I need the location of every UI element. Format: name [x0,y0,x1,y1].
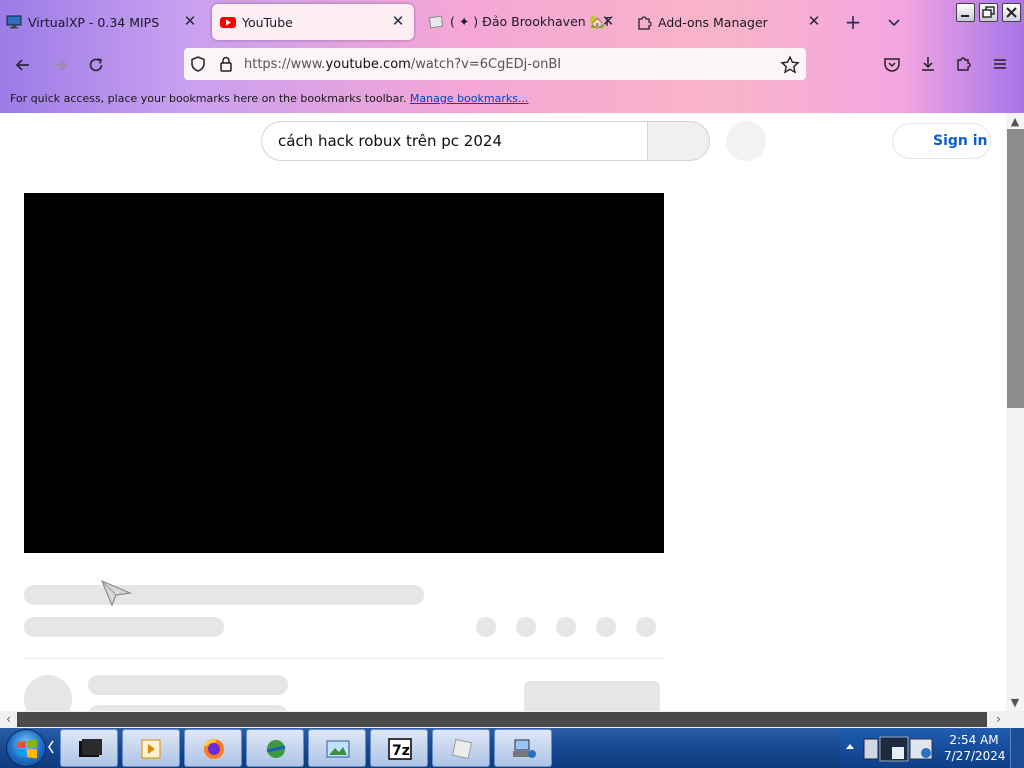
taskbar-network[interactable] [494,729,552,767]
image-viewer-icon [326,740,350,758]
quick-launch-toggle[interactable] [47,735,55,759]
search-query: cách hack robux trên pc 2024 [278,132,502,150]
close-tab-icon[interactable]: ✕ [182,13,198,29]
network-icon [513,739,536,758]
action-placeholder [476,617,496,637]
hamburger-menu-icon[interactable] [990,54,1010,74]
tab-strip: VirtualXP - 0.34 MIPS ✕ YouTube ✕ ( ✦ ) … [0,0,1024,44]
tab-title: VirtualXP - 0.34 MIPS [28,14,160,30]
clock-time: 2:54 AM [949,733,999,747]
search-button[interactable] [647,121,710,161]
action-placeholder [556,617,576,637]
url-text[interactable]: https://www.youtube.com/watch?v=6CgEDj-o… [244,57,561,72]
taskbar-roblox[interactable] [432,729,490,767]
media-player-icon [141,739,161,759]
roblox-icon [451,738,473,760]
scroll-down-arrow[interactable]: ▼ [1008,696,1022,710]
bookmarks-toolbar: For quick access, place your bookmarks h… [10,92,528,105]
subscribe-placeholder [524,681,660,711]
scroll-up-arrow[interactable]: ▲ [1008,115,1022,129]
close-tab-icon[interactable]: ✕ [806,13,822,29]
minimize-button[interactable] [956,3,975,22]
page-content: cách hack robux trên pc 2024 Sign in [0,113,1006,711]
show-desktop-button[interactable] [1010,728,1024,768]
svg-text:7z: 7z [392,743,410,759]
forward-arrow-icon [54,59,68,71]
tray-apps-icon[interactable] [862,733,940,765]
close-tab-icon[interactable]: ✕ [600,13,616,29]
scroll-right-arrow[interactable]: › [990,711,1007,728]
puzzle-icon [636,14,652,30]
url-prefix: https://www. [244,57,326,72]
download-icon[interactable] [918,54,938,74]
tab-brookhaven[interactable]: ( ✦ ) Đảo Brookhaven 🏡RP - Ro ✕ [428,4,624,40]
minimize-icon [961,15,969,17]
title-placeholder [24,585,424,605]
url-domain: youtube.com [325,57,411,72]
taskbar-download-manager[interactable] [246,729,304,767]
sign-in-button[interactable]: Sign in [892,123,991,159]
tab-title: ( ✦ ) Đảo Brookhaven 🏡RP - Ro [450,14,610,29]
tab-virtualxp[interactable]: VirtualXP - 0.34 MIPS ✕ [6,4,206,40]
tab-youtube[interactable]: YouTube ✕ [212,4,414,40]
taskbar-firefox[interactable] [184,729,242,767]
lock-icon[interactable] [217,55,235,73]
extensions-icon[interactable] [954,54,974,74]
shield-icon[interactable] [189,55,207,73]
taskbar-terminal[interactable] [60,729,118,767]
vertical-scroll-thumb[interactable] [1007,129,1024,408]
tab-addons[interactable]: Add-ons Manager ✕ [636,4,830,40]
search-input[interactable]: cách hack robux trên pc 2024 [261,121,647,161]
avatar-placeholder [24,675,72,711]
start-button[interactable] [6,729,46,767]
manage-bookmarks-link[interactable]: Manage bookmarks... [410,92,529,105]
7zip-icon: 7z [388,738,412,760]
close-tab-icon[interactable]: ✕ [390,13,406,29]
firefox-icon [203,739,224,759]
restore-icon [982,6,995,18]
restore-button[interactable] [979,3,998,22]
action-placeholder [636,617,656,637]
sign-in-label: Sign in [933,133,988,149]
page-icon [428,14,444,30]
divider [24,658,665,659]
taskbar-media-player[interactable] [122,729,180,767]
back-button[interactable] [12,54,34,76]
url-path: /watch?v=6CgEDj-onBI [410,57,562,72]
close-icon [1006,7,1017,18]
clock-date: 7/27/2024 [944,749,1006,763]
video-player[interactable] [24,193,664,553]
reload-button[interactable] [85,54,107,76]
chevron-down-icon [888,19,900,27]
tab-title: Add-ons Manager [658,14,768,30]
star-icon[interactable] [780,55,800,75]
taskbar-image-viewer[interactable] [308,729,366,767]
reload-icon [89,58,103,72]
voice-search-button[interactable] [726,121,766,161]
windows-logo-icon [17,739,37,759]
youtube-icon [220,14,236,30]
pocket-icon[interactable] [882,55,902,75]
back-arrow-icon [15,59,29,71]
channel-placeholder [88,675,288,695]
taskbar-7zip[interactable]: 7z [370,729,428,767]
bookmarks-message: For quick access, place your bookmarks h… [10,92,407,105]
cursor-icon [100,579,132,607]
show-hidden-icons-icon[interactable] [845,742,855,752]
horizontal-scroll-thumb[interactable] [17,712,987,727]
clock[interactable]: 2:54 AM 7/27/2024 [944,732,1006,764]
forward-button[interactable] [49,54,71,76]
download-manager-icon [266,740,286,758]
list-all-tabs-button[interactable] [884,12,904,32]
chevron-left-icon [48,740,54,754]
action-placeholder [596,617,616,637]
close-window-button[interactable] [1002,3,1021,22]
terminal-icon [79,739,102,757]
action-placeholder [516,617,536,637]
scroll-left-arrow[interactable]: ‹ [0,711,17,728]
subtitle-placeholder [24,617,224,637]
computer-icon [6,14,22,30]
tab-title: YouTube [242,14,293,30]
new-tab-button[interactable]: + [843,12,863,32]
